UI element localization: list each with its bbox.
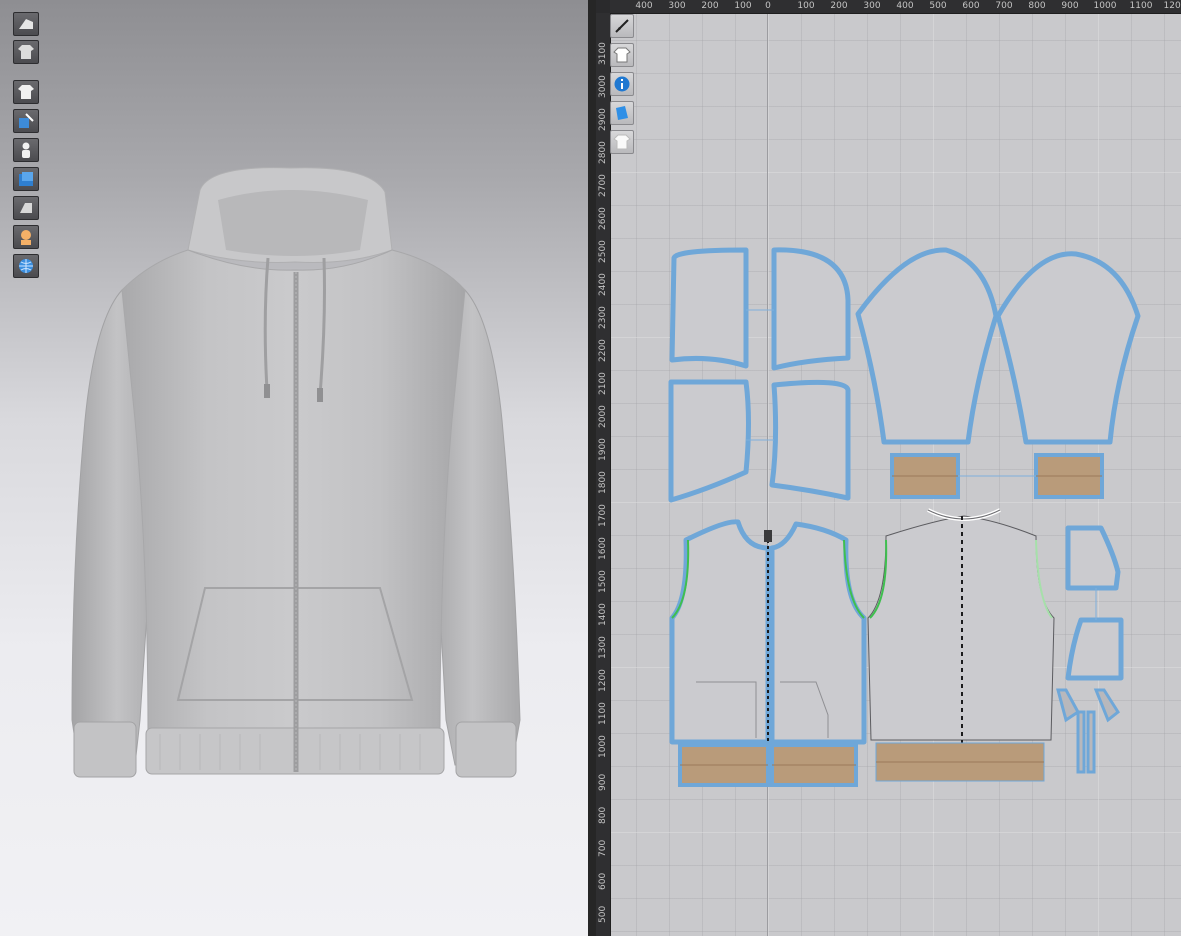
hoodie-3d-render — [71, 167, 521, 778]
3d-viewport[interactable] — [0, 0, 590, 936]
ruler-tick: 3000 — [598, 75, 608, 98]
ruler-tick: 0 — [765, 1, 771, 11]
ruler-tick: 2500 — [598, 240, 608, 263]
garment-white-icon[interactable] — [610, 130, 634, 154]
globe-icon[interactable] — [13, 254, 39, 278]
ruler-tick: 600 — [962, 1, 980, 11]
show-pattern-icon[interactable] — [13, 109, 39, 133]
ruler-tick: 2200 — [598, 339, 608, 362]
ruler-tick: 1500 — [598, 570, 608, 593]
avatar-skin-icon[interactable] — [13, 225, 39, 249]
ruler-tick: 2300 — [598, 306, 608, 329]
texture-icon[interactable] — [13, 167, 39, 191]
ruler-tick: 100 — [797, 1, 815, 11]
ruler-tick: 800 — [598, 806, 608, 824]
show-garment-icon[interactable] — [13, 80, 39, 104]
fabric-icon[interactable] — [610, 101, 634, 125]
ruler-tick: 1000 — [1093, 1, 1117, 11]
pattern-pieces — [668, 247, 1141, 787]
ruler-tick: 500 — [598, 905, 608, 923]
ruler-tick: 400 — [896, 1, 914, 11]
box-render-icon[interactable] — [13, 12, 39, 36]
2d-pattern-window[interactable]: 400 300 200 100 0 100 200 300 400 500 60… — [596, 0, 1181, 936]
ruler-corner — [596, 0, 610, 13]
ruler-tick: 400 — [635, 1, 653, 11]
ruler-tick: 300 — [863, 1, 881, 11]
ruler-tick: 700 — [598, 839, 608, 857]
ruler-tick: 2900 — [598, 108, 608, 131]
ruler-tick: 2600 — [598, 207, 608, 230]
ruler-tick: 900 — [598, 773, 608, 791]
select-pattern-icon[interactable] — [610, 14, 634, 38]
shirt-outline-icon[interactable] — [610, 43, 634, 67]
ruler-tick: 2100 — [598, 372, 608, 395]
ruler-tick: 2000 — [598, 405, 608, 428]
ruler-tick: 200 — [830, 1, 848, 11]
ruler-tick: 300 — [668, 1, 686, 11]
ruler-tick: 500 — [929, 1, 947, 11]
ruler-vertical: 3100 3000 2900 2800 2700 2600 2500 2400 … — [596, 13, 611, 936]
ruler-tick: 1900 — [598, 438, 608, 461]
ruler-tick: 900 — [1061, 1, 1079, 11]
ruler-tick: 800 — [1028, 1, 1046, 11]
ruler-tick: 1000 — [598, 735, 608, 758]
ruler-tick: 2700 — [598, 174, 608, 197]
ruler-tick: 600 — [598, 872, 608, 890]
ruler-tick: 200 — [701, 1, 719, 11]
shirt-icon[interactable] — [13, 40, 39, 64]
solid-icon[interactable] — [13, 196, 39, 220]
ruler-tick: 1100 — [598, 702, 608, 725]
ruler-tick: 700 — [995, 1, 1013, 11]
ruler-tick: 1200 — [598, 669, 608, 692]
ruler-tick: 3100 — [598, 42, 608, 65]
ruler-tick: 2800 — [598, 141, 608, 164]
ruler-tick: 1400 — [598, 603, 608, 626]
ruler-tick: 2400 — [598, 273, 608, 296]
window-divider[interactable] — [588, 0, 596, 936]
ruler-tick: 1700 — [598, 504, 608, 527]
ruler-horizontal: 400 300 200 100 0 100 200 300 400 500 60… — [610, 0, 1181, 14]
ruler-tick: 1800 — [598, 471, 608, 494]
ruler-tick: 1300 — [598, 636, 608, 659]
show-avatar-icon[interactable] — [13, 138, 39, 162]
ruler-tick: 1200 — [1163, 1, 1181, 11]
ruler-tick: 1100 — [1129, 1, 1153, 11]
info-icon[interactable] — [610, 72, 634, 96]
ruler-tick: 100 — [734, 1, 752, 11]
ruler-tick: 1600 — [598, 537, 608, 560]
